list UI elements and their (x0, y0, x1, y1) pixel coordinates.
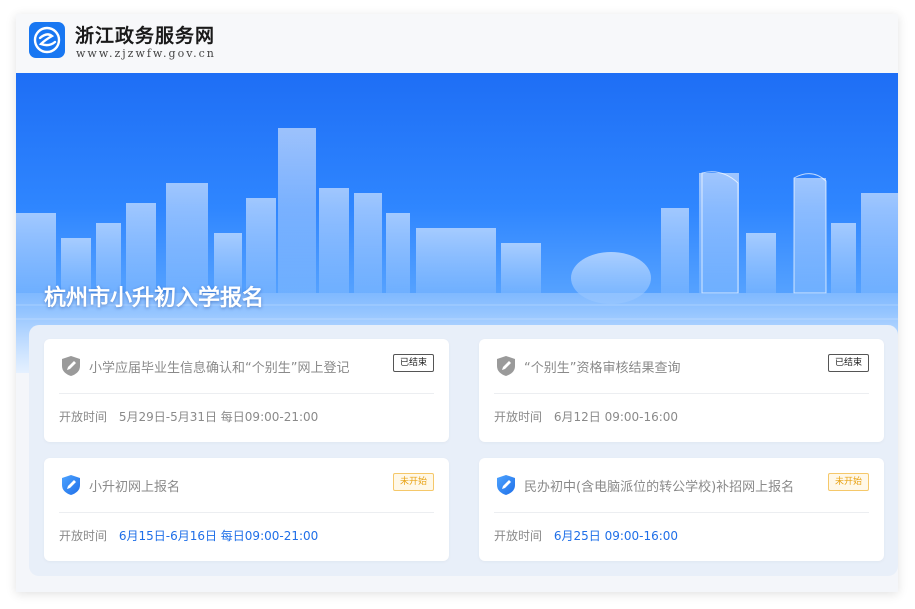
service-card-graduate-registration[interactable]: 小学应届毕业生信息确认和“个别生”网上登记 已结束 开放时间 5月29日-5月3… (44, 339, 449, 442)
site-header: 浙江政务服务网 www.zjzwfw.gov.cn (16, 14, 898, 73)
service-card-online-enrollment[interactable]: 小升初网上报名 未开始 开放时间 6月15日-6月16日 每日09:00-21:… (44, 458, 449, 561)
pencil-shield-icon (60, 474, 82, 496)
pencil-shield-icon (60, 355, 82, 377)
open-time-value: 6月15日-6月16日 每日09:00-21:00 (118, 529, 319, 543)
site-url: www.zjzwfw.gov.cn (76, 47, 216, 60)
open-time-label: 开放时间 (494, 529, 543, 543)
card-open-time: 开放时间 6月15日-6月16日 每日09:00-21:00 (59, 527, 318, 544)
card-divider (494, 393, 869, 394)
status-badge: 已结束 (392, 354, 434, 372)
card-divider (59, 393, 434, 394)
pencil-shield-icon (495, 474, 517, 496)
pencil-shield-icon (495, 355, 517, 377)
card-title: 小升初网上报名 (89, 480, 181, 495)
open-time-value: 6月25日 09:00-16:00 (553, 529, 679, 543)
card-title: 小学应届毕业生信息确认和“个别生”网上登记 (89, 361, 350, 376)
site-logo-icon[interactable] (29, 22, 65, 58)
page-frame: 浙江政务服务网 www.zjzwfw.gov.cn 杭州市小升初入学报名 小学应… (16, 14, 898, 592)
service-card-private-school-supplementary[interactable]: 民办初中(含电脑派位的转公学校)补招网上报名 未开始 开放时间 6月25日 09… (479, 458, 884, 561)
status-badge: 未开始 (827, 473, 869, 491)
card-divider (494, 512, 869, 513)
card-open-time: 开放时间 5月29日-5月31日 每日09:00-21:00 (59, 408, 318, 425)
open-time-value: 5月29日-5月31日 每日09:00-21:00 (118, 410, 319, 424)
card-divider (59, 512, 434, 513)
card-open-time: 开放时间 6月25日 09:00-16:00 (494, 527, 678, 544)
open-time-label: 开放时间 (494, 410, 543, 424)
page-title: 杭州市小升初入学报名 (44, 286, 265, 311)
site-name[interactable]: 浙江政务服务网 (75, 21, 215, 48)
open-time-label: 开放时间 (59, 410, 108, 424)
status-badge: 已结束 (827, 354, 869, 372)
service-card-qualification-result-query[interactable]: “个别生”资格审核结果查询 已结束 开放时间 6月12日 09:00-16:00 (479, 339, 884, 442)
card-title: “个别生”资格审核结果查询 (524, 361, 681, 376)
status-badge: 未开始 (392, 473, 434, 491)
open-time-label: 开放时间 (59, 529, 108, 543)
open-time-value: 6月12日 09:00-16:00 (553, 410, 679, 424)
card-title: 民办初中(含电脑派位的转公学校)补招网上报名 (524, 480, 795, 495)
card-open-time: 开放时间 6月12日 09:00-16:00 (494, 408, 678, 425)
